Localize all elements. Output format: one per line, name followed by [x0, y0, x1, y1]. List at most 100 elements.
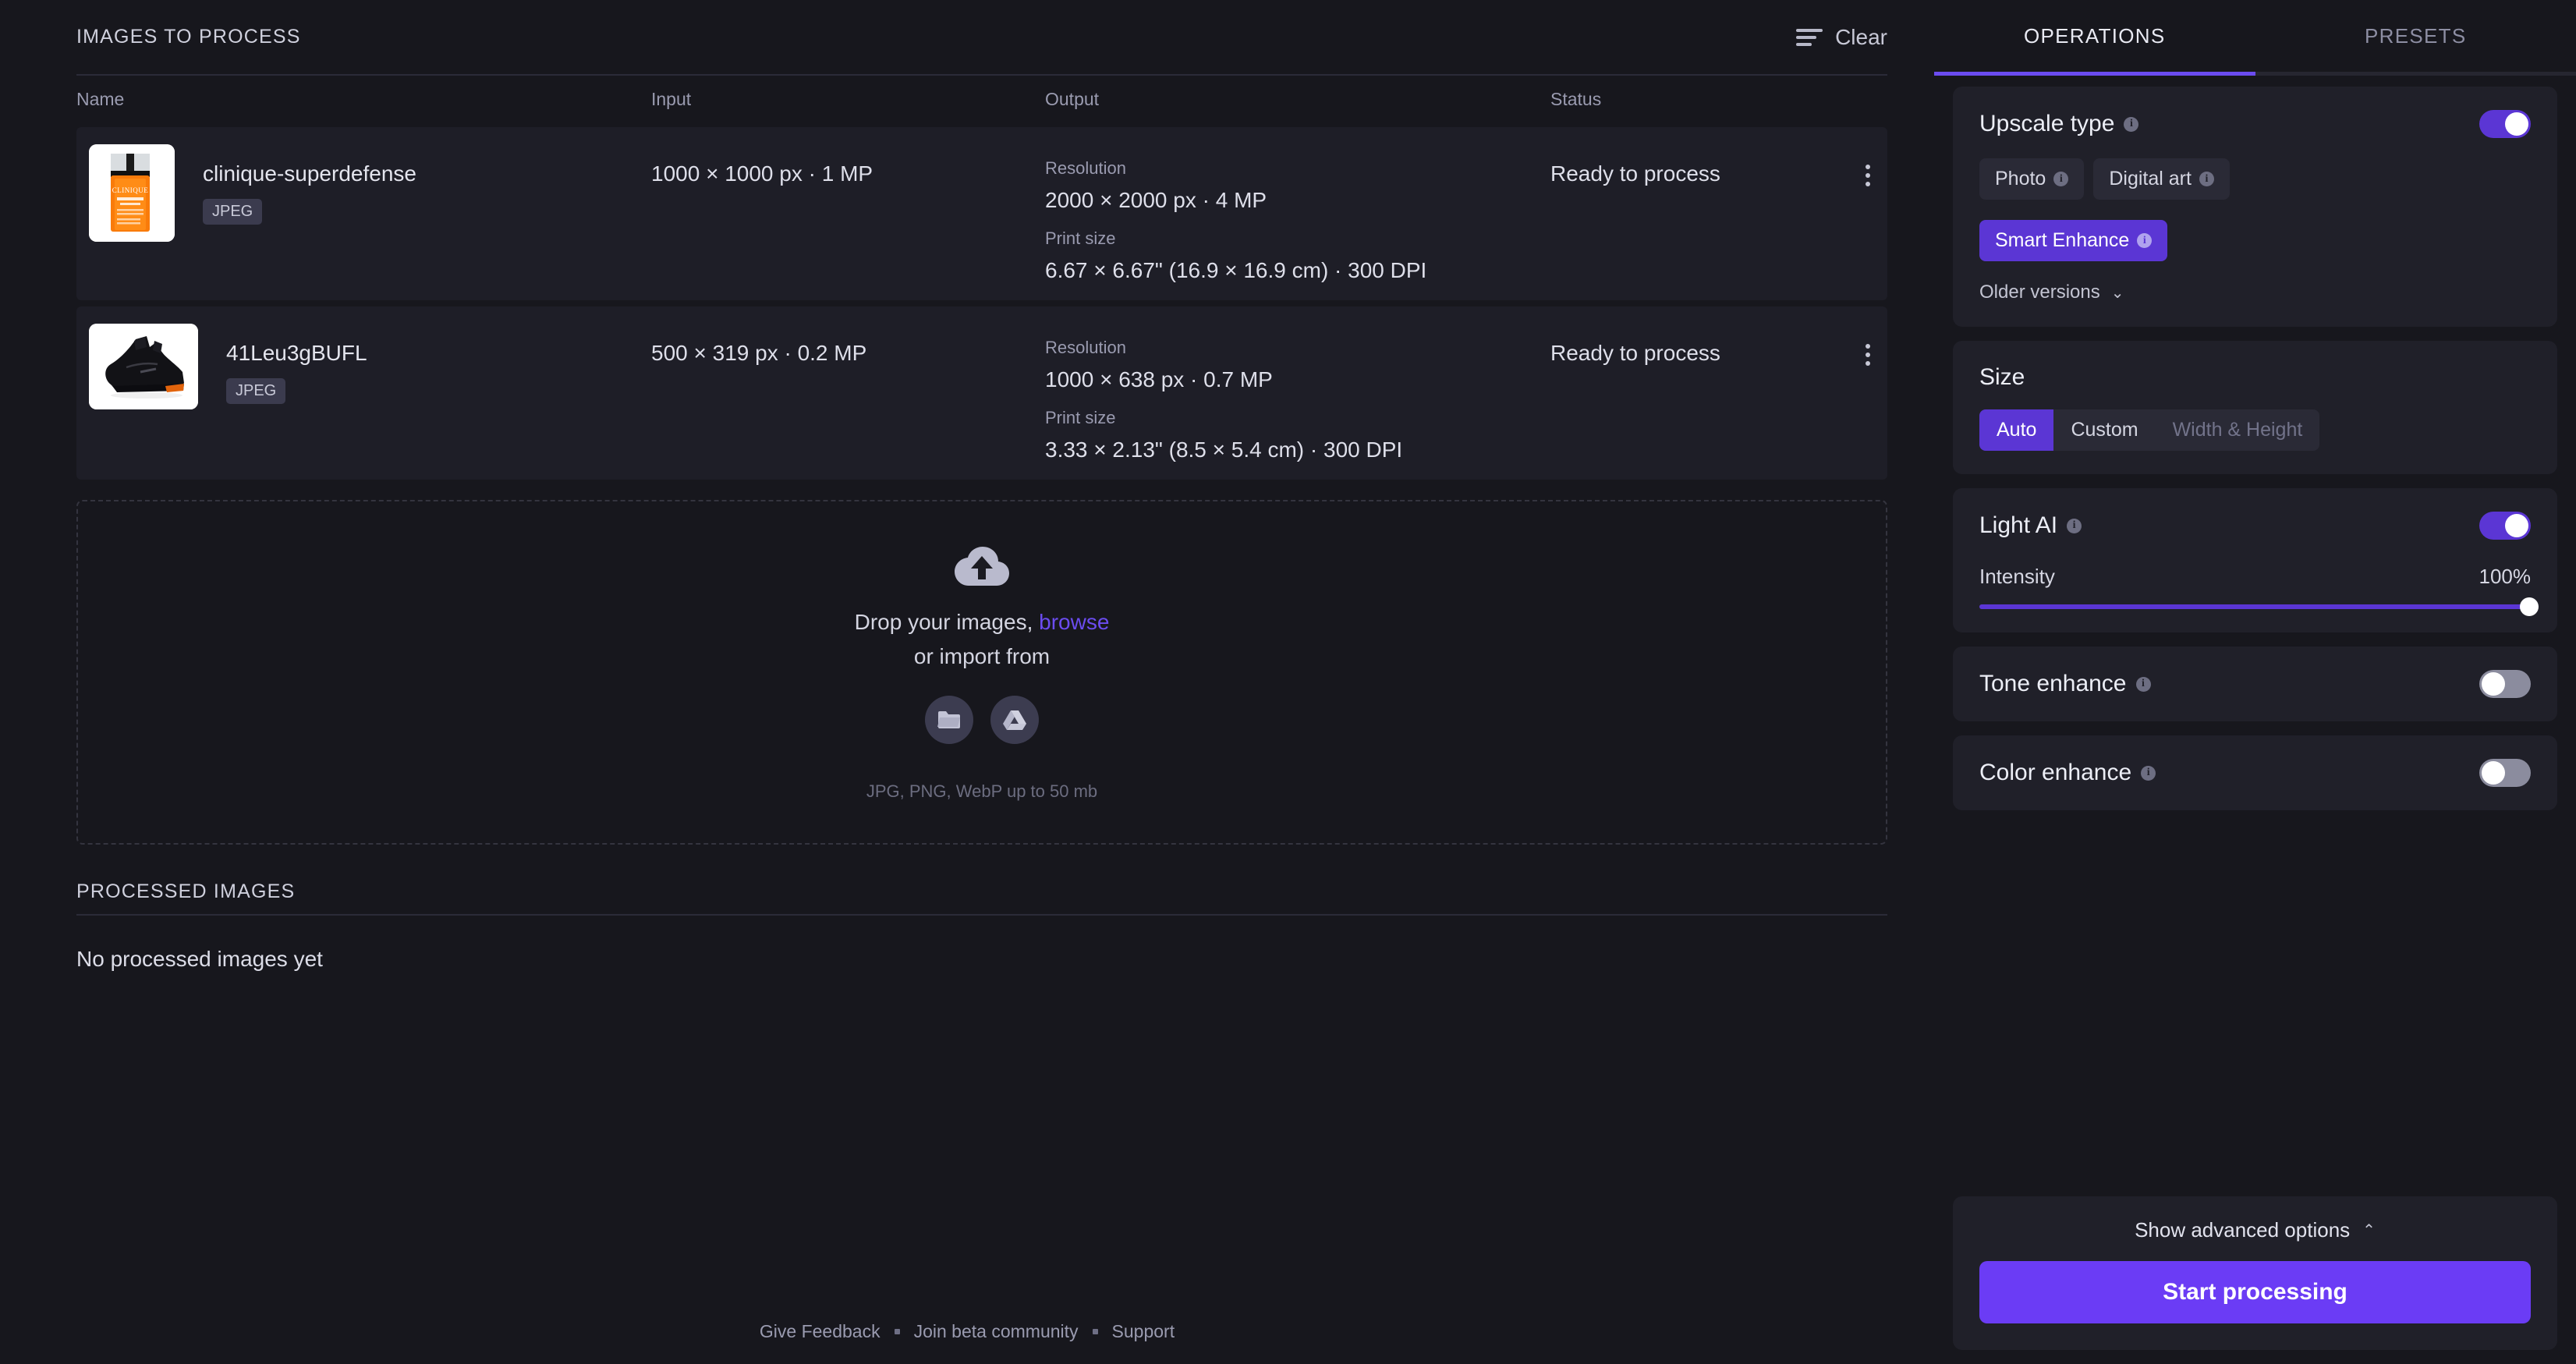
svg-text:CLINIQUE: CLINIQUE	[112, 186, 149, 194]
output-cell: Resolution 1000 × 638 px · 0.7 MP Print …	[1045, 324, 1550, 462]
info-icon[interactable]: i	[2053, 172, 2068, 186]
print-size-value: 6.67 × 6.67" (16.9 × 16.9 cm) · 300 DPI	[1045, 258, 1550, 283]
upscale-type-options: Photo i Digital art i	[1979, 158, 2531, 200]
browse-link[interactable]: browse	[1039, 610, 1109, 634]
tab-operations[interactable]: OPERATIONS	[1934, 0, 2255, 72]
tab-presets[interactable]: PRESETS	[2255, 0, 2576, 72]
dropzone-secondary-text: or import from	[914, 644, 1050, 669]
resolution-value: 1000 × 638 px · 0.7 MP	[1045, 367, 1550, 392]
column-header-name: Name	[76, 89, 651, 110]
footer: Give Feedback Join beta community Suppor…	[0, 1321, 1934, 1342]
folder-icon[interactable]	[925, 696, 973, 744]
chevron-down-icon: ⌄	[2111, 283, 2124, 303]
size-segmented-control: Auto Custom Width & Height	[1979, 409, 2319, 451]
size-option-auto[interactable]: Auto	[1979, 409, 2053, 451]
info-icon[interactable]: i	[2137, 233, 2152, 248]
file-name: 41Leu3gBUFL	[226, 341, 367, 366]
info-icon[interactable]: i	[2141, 766, 2156, 781]
size-title: Size	[1979, 364, 2531, 391]
upscale-option-digital-art-label: Digital art	[2109, 168, 2192, 190]
chevron-up-icon: ⌃	[2362, 1221, 2376, 1240]
row-name-cell: CLINIQUE clinique-superdefense	[76, 144, 651, 283]
processed-empty-text: No processed images yet	[76, 947, 1887, 972]
upscale-option-smart-enhance-label: Smart Enhance	[1995, 229, 2129, 252]
table-header: Name Input Output Status	[76, 76, 1887, 122]
upscale-option-photo[interactable]: Photo i	[1979, 158, 2084, 200]
show-advanced-options-label: Show advanced options	[2135, 1218, 2350, 1242]
dropzone[interactable]: Drop your images, browse or import from	[76, 500, 1887, 845]
intensity-slider[interactable]	[1979, 604, 2531, 609]
color-enhance-title: Color enhance i	[1979, 760, 2156, 786]
clear-button-label: Clear	[1835, 25, 1887, 50]
table-row[interactable]: 41Leu3gBUFL JPEG 500 × 319 px · 0.2 MP R…	[76, 306, 1887, 480]
info-icon[interactable]: i	[2136, 677, 2151, 692]
upscale-option-digital-art[interactable]: Digital art i	[2093, 158, 2230, 200]
light-ai-label: Light AI	[1979, 512, 2057, 539]
row-name-text: clinique-superdefense JPEG	[175, 144, 416, 225]
support-link[interactable]: Support	[1112, 1321, 1175, 1342]
file-format-badge: JPEG	[203, 199, 262, 225]
input-dimensions: 1000 × 1000 px · 1 MP	[651, 144, 1045, 283]
give-feedback-link[interactable]: Give Feedback	[760, 1321, 881, 1342]
more-options-icon[interactable]	[1866, 341, 1870, 462]
upscale-type-title: Upscale type i	[1979, 111, 2138, 137]
row-name-text: 41Leu3gBUFL JPEG	[198, 324, 367, 404]
operations-panel: OPERATIONS PRESETS Upscale type i Photo …	[1934, 0, 2576, 1364]
more-options-icon[interactable]	[1866, 161, 1870, 283]
app-root: IMAGES TO PROCESS Clear Name Input Outpu…	[0, 0, 2576, 1364]
avatar	[89, 324, 198, 409]
show-advanced-options-button[interactable]: Show advanced options ⌃	[1979, 1218, 2531, 1242]
resolution-value: 2000 × 2000 px · 4 MP	[1045, 188, 1550, 213]
processed-images-title: PROCESSED IMAGES	[76, 880, 1887, 903]
google-drive-icon[interactable]	[990, 696, 1039, 744]
status-badge: Ready to process	[1550, 161, 1720, 283]
row-status-cell: Ready to process	[1550, 324, 1887, 462]
resolution-label: Resolution	[1045, 338, 1550, 358]
row-name-cell: 41Leu3gBUFL JPEG	[76, 324, 651, 462]
avatar: CLINIQUE	[89, 144, 175, 242]
operation-cards: Upscale type i Photo i Digital art i	[1934, 76, 2576, 810]
older-versions-label: Older versions	[1979, 282, 2100, 303]
file-name: clinique-superdefense	[203, 161, 416, 186]
cloud-upload-icon	[953, 544, 1011, 593]
clinique-bottle-thumbnail: CLINIQUE	[89, 144, 175, 242]
images-panel-header: IMAGES TO PROCESS Clear	[76, 0, 1887, 74]
upscale-type-card: Upscale type i Photo i Digital art i	[1953, 87, 2557, 327]
tone-enhance-toggle[interactable]	[2479, 670, 2531, 698]
size-option-custom[interactable]: Custom	[2053, 409, 2155, 451]
light-ai-toggle[interactable]	[2479, 512, 2531, 540]
image-list: CLINIQUE clinique-superdefense	[76, 127, 1887, 480]
drop-text: Drop your images,	[855, 610, 1040, 634]
info-icon[interactable]: i	[2124, 117, 2138, 132]
status-badge: Ready to process	[1550, 341, 1720, 462]
start-processing-button[interactable]: Start processing	[1979, 1261, 2531, 1323]
older-versions-toggle[interactable]: Older versions ⌄	[1979, 282, 2531, 303]
upscale-type-toggle[interactable]	[2479, 110, 2531, 138]
print-size-label: Print size	[1045, 229, 1550, 249]
size-width-height-field[interactable]: Width & Height	[2156, 409, 2320, 451]
dropzone-format-note: JPG, PNG, WebP up to 50 mb	[866, 781, 1097, 802]
table-row[interactable]: CLINIQUE clinique-superdefense	[76, 127, 1887, 300]
color-enhance-label: Color enhance	[1979, 760, 2131, 786]
dropzone-primary-text: Drop your images, browse	[855, 610, 1110, 635]
images-panel: IMAGES TO PROCESS Clear Name Input Outpu…	[0, 0, 1934, 1364]
info-icon[interactable]: i	[2199, 172, 2214, 186]
tone-enhance-card: Tone enhance i	[1953, 647, 2557, 721]
column-header-output: Output	[1045, 89, 1550, 110]
upscale-type-label: Upscale type	[1979, 111, 2114, 137]
upscale-option-smart-enhance[interactable]: Smart Enhance i	[1979, 220, 2167, 261]
size-card: Size Auto Custom Width & Height	[1953, 341, 2557, 474]
print-size-label: Print size	[1045, 408, 1550, 428]
slider-handle[interactable]	[2520, 597, 2539, 616]
tone-enhance-title: Tone enhance i	[1979, 671, 2151, 697]
row-status-cell: Ready to process	[1550, 144, 1887, 283]
color-enhance-toggle[interactable]	[2479, 759, 2531, 787]
input-dimensions: 500 × 319 px · 0.2 MP	[651, 324, 1045, 462]
column-header-status: Status	[1550, 89, 1887, 110]
info-icon[interactable]: i	[2067, 519, 2082, 533]
intensity-label: Intensity	[1979, 565, 2055, 589]
join-beta-link[interactable]: Join beta community	[914, 1321, 1079, 1342]
clear-button[interactable]: Clear	[1796, 25, 1887, 50]
print-size-value: 3.33 × 2.13" (8.5 × 5.4 cm) · 300 DPI	[1045, 438, 1550, 462]
light-ai-title: Light AI i	[1979, 512, 2082, 539]
